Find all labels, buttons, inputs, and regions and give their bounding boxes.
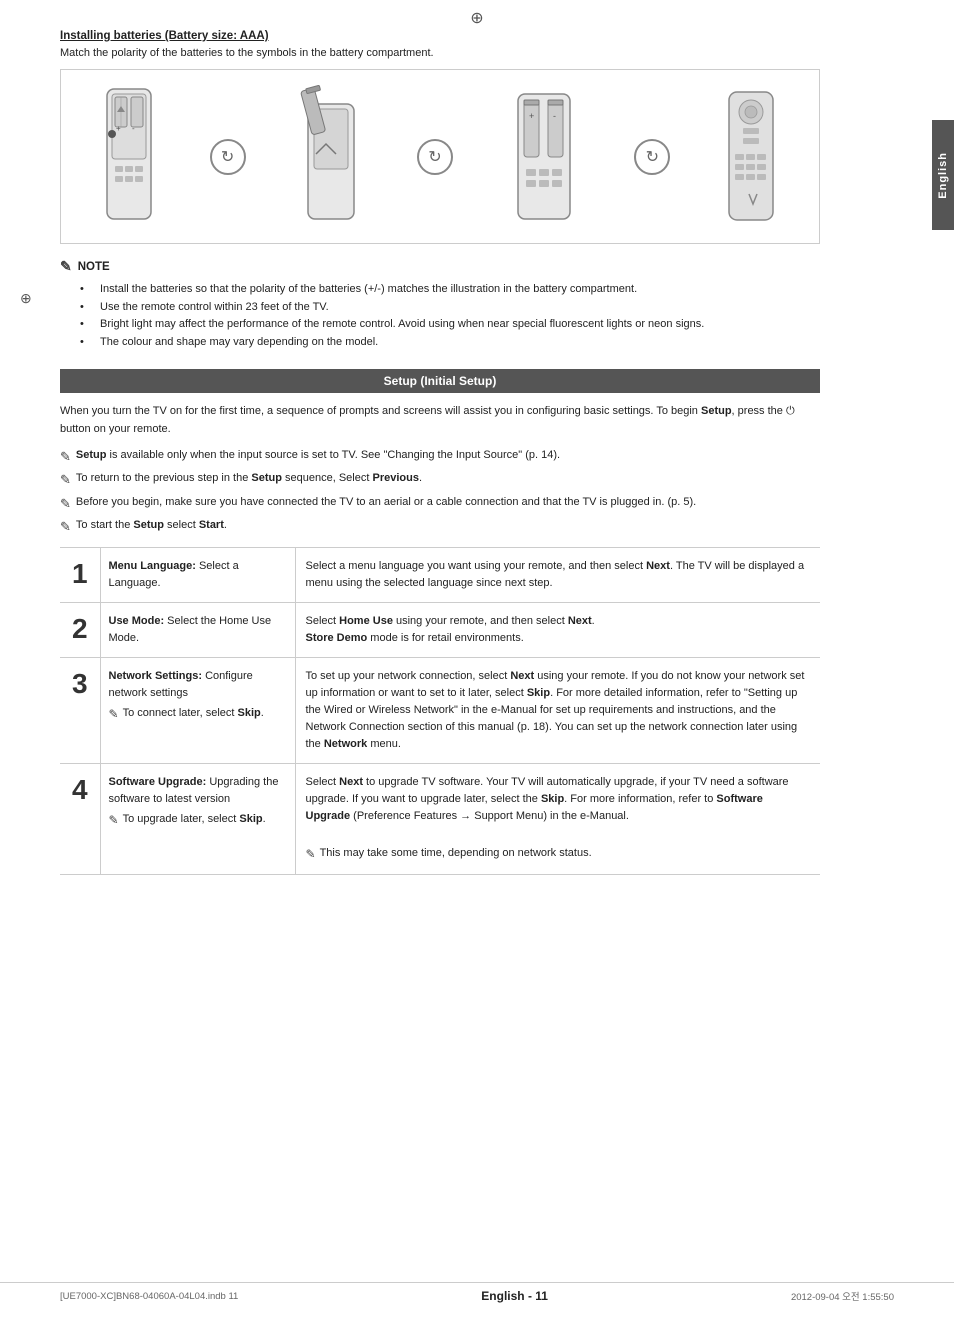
setup-header-bar: Setup (Initial Setup) [60,369,820,393]
note-item-2: Use the remote control within 23 feet of… [90,299,894,317]
svg-text:+: + [529,111,534,121]
step-4-right: Select Next to upgrade TV software. Your… [295,763,820,874]
battery-step-3: + - [504,84,584,229]
step-2-right: Select Home Use using your remote, and t… [295,602,820,657]
step-3-subnote: ✎ To connect later, select Skip. [109,705,287,724]
setup-note-icon-3: ✎ [60,494,71,514]
setup-note-text-4: To start the Setup select Start. [76,517,227,534]
arrow-2: ↻ [417,139,453,175]
note-item-3: Bright light may affect the performance … [90,316,894,334]
setup-note-text-3: Before you begin, make sure you have con… [76,494,696,511]
batteries-section-title: Installing batteries (Battery size: AAA) [60,30,894,42]
setup-note-icon-4: ✎ [60,517,71,537]
note-section: ✎ NOTE Install the batteries so that the… [60,258,894,351]
setup-step-row-2: 2 Use Mode: Select the Home Use Mode. Se… [60,602,820,657]
step-2-left: Use Mode: Select the Home Use Mode. [100,602,295,657]
setup-steps-table: 1 Menu Language: Select a Language. Sele… [60,547,820,875]
step-4-right-icon: ✎ [306,845,316,864]
step-4-right-note-text: This may take some time, depending on ne… [320,845,592,862]
step-4-number: 4 [60,763,100,874]
step-3-right: To set up your network connection, selec… [295,657,820,763]
setup-note-4: ✎ To start the Setup select Start. [60,517,820,537]
setup-step-row-3: 3 Network Settings: Configure network se… [60,657,820,763]
step-3-sub-icon: ✎ [109,705,119,724]
step-3-sub-text: To connect later, select Skip. [123,705,264,722]
battery-step-1: + - [99,84,159,229]
step-1-right: Select a menu language you want using yo… [295,547,820,602]
note-header: ✎ NOTE [60,258,894,275]
footer-file: [UE7000-XC]BN68-04060A-04L04.indb 11 [60,1291,238,1302]
setup-step-row-4: 4 Software Upgrade: Upgrading the softwa… [60,763,820,874]
svg-text:-: - [553,111,556,121]
arrow-1: ↻ [210,139,246,175]
note-title: NOTE [78,261,110,273]
step-3-number: 3 [60,657,100,763]
arrow-3: ↻ [634,139,670,175]
step-3-title: Network Settings: [109,670,203,682]
svg-text:-: - [132,124,135,133]
setup-note-3: ✎ Before you begin, make sure you have c… [60,494,820,514]
page-footer: [UE7000-XC]BN68-04060A-04L04.indb 11 Eng… [0,1282,954,1303]
svg-text:+: + [116,124,121,133]
side-language-tab: English [932,120,954,230]
step-2-title: Use Mode: [109,615,165,627]
note-item-1: Install the batteries so that the polari… [90,281,894,299]
setup-note-text-2: To return to the previous step in the Se… [76,470,422,487]
step-2-number: 2 [60,602,100,657]
footer-page-number: English - 11 [481,1289,548,1303]
note-icon: ✎ [60,258,72,275]
battery-diagram-box: + - ↻ [60,69,820,244]
setup-note-text-1: Setup is available only when the input s… [76,447,560,464]
setup-note-1: ✎ Setup is available only when the input… [60,447,820,467]
setup-note-icon-2: ✎ [60,470,71,490]
batteries-section-subtitle: Match the polarity of the batteries to t… [60,47,894,59]
note-item-4: The colour and shape may vary depending … [90,334,894,352]
left-margin-mark: ⊕ [20,290,32,307]
step-3-left: Network Settings: Configure network sett… [100,657,295,763]
side-tab-text: English [937,152,949,199]
setup-note-2: ✎ To return to the previous step in the … [60,470,820,490]
step-4-sub-text: To upgrade later, select Skip. [123,811,266,828]
step-1-title: Menu Language: [109,560,196,572]
battery-step-4 [721,84,781,229]
setup-intro: When you turn the TV on for the first ti… [60,403,820,438]
step-4-sub-icon: ✎ [109,811,119,830]
top-center-mark: ⊕ [470,8,483,28]
setup-header-text: Setup (Initial Setup) [384,374,497,388]
step-1-left: Menu Language: Select a Language. [100,547,295,602]
setup-step-row-1: 1 Menu Language: Select a Language. Sele… [60,547,820,602]
step-4-title: Software Upgrade: [109,776,207,788]
page-container: ⊕ ⊕ English Installing batteries (Batter… [0,0,954,1321]
step-4-subnote: ✎ To upgrade later, select Skip. [109,811,287,830]
note-list: Install the batteries so that the polari… [60,281,894,351]
battery-step-2 [296,84,366,229]
footer-timestamp: 2012-09-04 오전 1:55:50 [791,1289,894,1303]
step-1-number: 1 [60,547,100,602]
step-4-right-note: ✎ This may take some time, depending on … [306,845,811,864]
step-4-left: Software Upgrade: Upgrading the software… [100,763,295,874]
setup-note-icon-1: ✎ [60,447,71,467]
